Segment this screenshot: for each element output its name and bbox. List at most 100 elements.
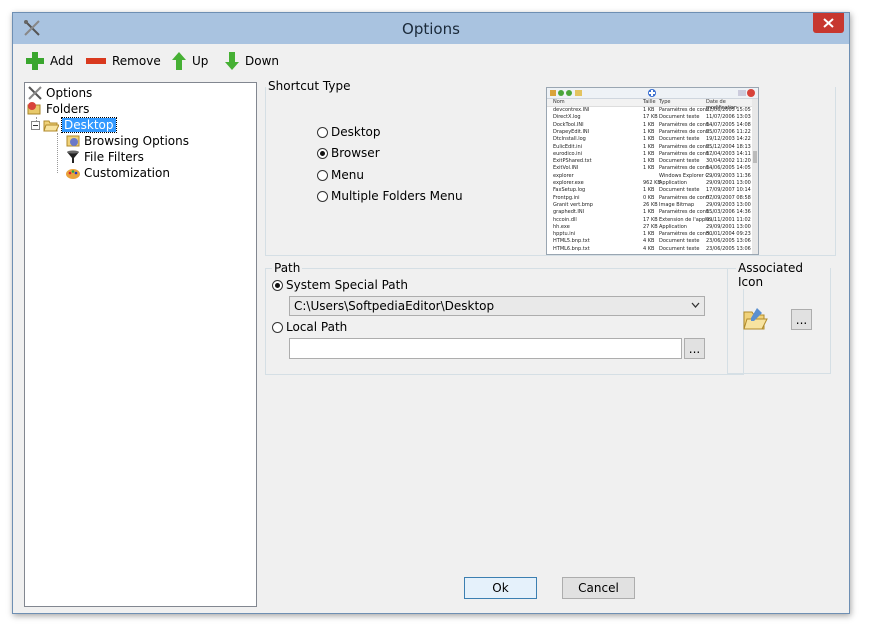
preview-cell: EulicEdit.ini	[553, 143, 583, 150]
preview-cell: 15/03/2006 14:36	[706, 209, 751, 216]
folders-tree[interactable]: Options Folders Desktop Browsing Options…	[24, 82, 257, 607]
tree-node-folders[interactable]: Folders	[27, 101, 89, 117]
preview-cell: Application	[659, 180, 687, 186]
preview-cell: Document texte	[659, 158, 700, 165]
local-path-browse-button[interactable]: ...	[684, 338, 705, 359]
preview-cell: Document texte	[659, 136, 700, 143]
radio-browser-label: Browser	[331, 146, 380, 160]
radio-system-special-path-circle[interactable]	[272, 279, 283, 291]
add-button[interactable]: Add	[25, 49, 73, 73]
preview-cell: DirectX.log	[553, 114, 581, 121]
minus-icon	[86, 58, 106, 64]
up-button[interactable]: Up	[171, 49, 208, 73]
open-folder-icon	[43, 120, 59, 132]
radio-menu[interactable]: Menu	[317, 168, 364, 182]
preview-col-name: Nom	[553, 99, 565, 105]
preview-col-type: Type	[659, 99, 671, 105]
preview-cell: Document texte	[659, 114, 700, 121]
preview-cell: devcontrex.INI	[553, 107, 590, 113]
radio-browser-circle[interactable]	[317, 147, 328, 159]
down-button[interactable]: Down	[224, 49, 279, 73]
preview-row: explorer Windows Explorer C... 29/09/2003 …	[547, 173, 752, 180]
preview-cell: 27/06/2005 15:05	[706, 107, 751, 113]
preview-cell: 4 KB	[643, 245, 655, 252]
preview-row: graphedt.INI 1 KB Paramètres de confi... 15…	[547, 209, 752, 216]
radio-system-special-path[interactable]: System Special Path	[272, 278, 408, 292]
radio-menu-circle[interactable]	[317, 169, 328, 181]
radio-multiple-folders-menu[interactable]: Multiple Folders Menu	[317, 189, 463, 203]
preview-row: hpptu.ini 1 KB Paramètres de confi... 30/01…	[547, 231, 752, 238]
associated-icon-browse-button[interactable]: ...	[791, 309, 812, 330]
tree-node-file-filters[interactable]: File Filters	[65, 149, 144, 165]
down-label: Down	[245, 54, 280, 68]
remove-button[interactable]: Remove	[85, 49, 161, 73]
tree-label-options: Options	[46, 86, 93, 100]
system-special-path-value: C:\Users\SoftpediaEditor\Desktop	[294, 299, 495, 313]
preview-cell: 17 KB	[643, 114, 658, 121]
close-button[interactable]	[813, 13, 844, 33]
preview-close-icon	[738, 89, 755, 97]
shortcut-type-label: Shortcut Type	[266, 79, 353, 93]
preview-cell: 30/04/2002 11:20	[706, 158, 751, 165]
preview-cell: 17 KB	[643, 216, 658, 223]
tree-node-desktop[interactable]: Desktop	[31, 117, 117, 133]
radio-menu-label: Menu	[331, 168, 364, 182]
preview-cell: Document texte	[659, 245, 700, 252]
tree-label-file-filters: File Filters	[84, 150, 144, 164]
preview-cell: 1 KB	[643, 150, 655, 157]
preview-cell: 26 KB	[643, 201, 658, 208]
preview-cell: 29/09/2001 13:00	[706, 180, 751, 186]
preview-cell: 1 KB	[643, 136, 655, 143]
preview-cell: Granit vert.bmp	[553, 201, 593, 208]
funnel-icon	[67, 150, 79, 163]
tree-label-desktop: Desktop	[61, 117, 117, 133]
preview-row: HTML6.bnp.txt 4 KB Document texte 23/06/200…	[547, 246, 752, 253]
preview-row: EulicEdit.ini 1 KB Paramètres de confi... 2…	[547, 144, 752, 151]
arrow-down-icon	[225, 52, 239, 70]
ok-button[interactable]: Ok	[464, 577, 537, 599]
preview-cell: 27 KB	[643, 223, 658, 230]
collapse-icon[interactable]	[31, 120, 40, 130]
preview-cell: FaxSetup.log	[553, 187, 586, 194]
preview-cell: 17/09/2007 10:14	[706, 187, 751, 194]
preview-row: Granit vert.bmp 26 KB Image Bitmap 29/09/20…	[547, 202, 752, 209]
preview-row: DockTool.INI 1 KB Paramètres de confi... 14…	[547, 122, 752, 129]
preview-cell: ExitVol.INI	[553, 165, 579, 172]
radio-browser[interactable]: Browser	[317, 146, 380, 160]
preview-row: DrapeyEdit.INI 1 KB Paramètres de confi...…	[547, 129, 752, 136]
radio-desktop[interactable]: Desktop	[317, 125, 381, 139]
preview-cell: ExitPShared.txt	[553, 158, 592, 165]
preview-row: hh.exe 27 KB Application 29/09/2001 13:00	[547, 224, 752, 231]
preview-cell: DrapeyEdit.INI	[553, 128, 590, 135]
system-special-path-select[interactable]: C:\Users\SoftpediaEditor\Desktop	[289, 296, 705, 316]
preview-cell: 07/09/2007 08:58	[706, 194, 751, 201]
window-title: Options	[402, 20, 460, 38]
preview-cell: hh.exe	[553, 223, 570, 230]
preview-cell: 1 KB	[643, 128, 655, 135]
browsing-options-icon	[66, 135, 80, 147]
close-icon	[823, 18, 834, 28]
radio-multiple-folders-menu-circle[interactable]	[317, 190, 328, 202]
tools-icon	[28, 86, 42, 100]
radio-local-path[interactable]: Local Path	[272, 320, 347, 334]
preview-cell: 1 KB	[643, 121, 655, 128]
preview-cell: 14/06/2005 14:05	[706, 165, 751, 172]
tree-node-browsing-options[interactable]: Browsing Options	[65, 133, 189, 149]
preview-cell: 1 KB	[643, 187, 655, 194]
tree-node-customization[interactable]: Customization	[65, 165, 170, 181]
path-group: Path System Special Path C:\Users\Softpe…	[265, 261, 744, 375]
preview-scrollbar	[752, 99, 758, 254]
preview-cell: 29/09/2003 13:00	[706, 201, 751, 208]
preview-header: Nom Taille Type Date de modification	[547, 99, 752, 111]
up-label: Up	[192, 54, 209, 68]
tree-node-options[interactable]: Options	[27, 85, 92, 101]
toolbar: Add Remove Up Down	[13, 47, 849, 75]
preview-cell: 1 KB	[643, 143, 655, 150]
radio-local-path-circle[interactable]	[272, 321, 283, 333]
cancel-button[interactable]: Cancel	[562, 577, 635, 599]
title-bar[interactable]: Options	[13, 13, 849, 44]
associated-icon-group: Associated Icon ...	[727, 261, 831, 374]
preview-row: DtcInstall.log 1 KB Document texte 19/12/20…	[547, 136, 752, 143]
local-path-input[interactable]	[289, 338, 682, 359]
radio-desktop-circle[interactable]	[317, 126, 328, 138]
